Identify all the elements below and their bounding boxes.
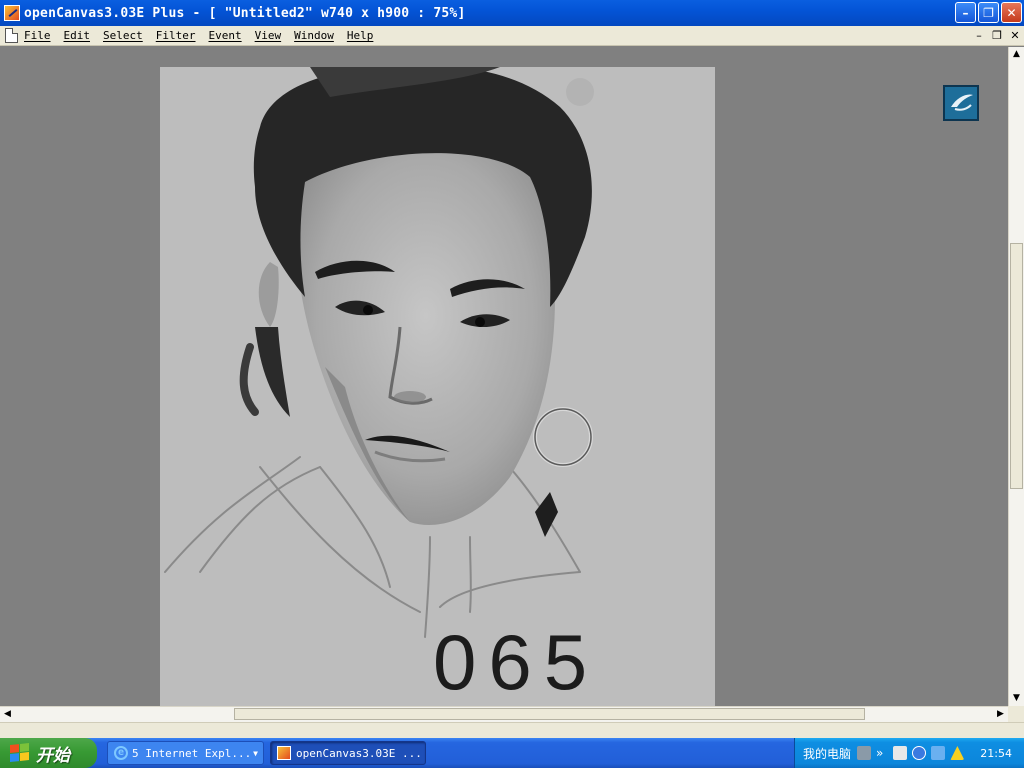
menu-bar: File Edit Select Filter Event View Windo… [0, 26, 1024, 46]
warning-icon[interactable] [950, 746, 965, 760]
horizontal-scroll-thumb[interactable] [234, 708, 865, 720]
my-computer-toolbar[interactable]: 我的电脑 [803, 745, 851, 762]
taskbar-item-label: 5 Internet Expl... [132, 746, 252, 760]
face-shape [296, 144, 555, 525]
system-tray: 我的电脑 » 21:54 [794, 738, 1024, 768]
document-restore-button[interactable]: ❐ [990, 29, 1004, 43]
menu-select[interactable]: Select [103, 29, 143, 42]
expand-chevron-icon[interactable]: » [876, 746, 883, 760]
menu-event[interactable]: Event [209, 29, 242, 42]
start-label: 开始 [36, 745, 70, 766]
status-bar [0, 722, 1024, 738]
ie-icon: e [114, 746, 128, 760]
portrait-sketch: 065 [164, 67, 599, 706]
close-button[interactable]: ✕ [1001, 2, 1022, 23]
menu-file[interactable]: File [24, 29, 51, 42]
shoulder-lines [164, 456, 581, 638]
window-title: openCanvas3.03E Plus - [ "Untitled2" w74… [24, 5, 466, 21]
horizontal-scrollbar[interactable]: ◀ ▶ [0, 706, 1008, 722]
taskbar-item-opencanvas[interactable]: openCanvas3.03E ... [270, 741, 426, 765]
opencanvas-app-icon[interactable] [4, 5, 20, 21]
menu-filter[interactable]: Filter [156, 29, 196, 42]
drawing-canvas[interactable]: 065 [160, 67, 715, 706]
maximize-button[interactable]: ❐ [978, 2, 999, 23]
scroll-left-arrow-icon[interactable]: ◀ [0, 707, 15, 722]
document-icon[interactable] [5, 28, 18, 43]
windows-logo-icon [10, 743, 30, 763]
scroll-down-arrow-icon[interactable]: ▼ [1009, 691, 1024, 706]
title-bar: openCanvas3.03E Plus - [ "Untitled2" w74… [0, 0, 1024, 26]
chevron-down-icon: ▼ [253, 748, 258, 758]
network-icon[interactable] [931, 746, 946, 760]
menu-edit[interactable]: Edit [64, 29, 91, 42]
taskbar-item-internet-explorer[interactable]: e 5 Internet Expl... ▼ [107, 741, 264, 765]
joystick-icon[interactable] [857, 746, 872, 760]
window-controls: – ❐ ✕ [955, 2, 1022, 23]
document-close-button[interactable]: ✕ [1008, 29, 1022, 43]
menu-help[interactable]: Help [347, 29, 374, 42]
taskbar: 开始 e 5 Internet Expl... ▼ openCanvas3.03… [0, 738, 1024, 768]
minimize-button[interactable]: – [955, 2, 976, 23]
document-minimize-button[interactable]: – [972, 29, 986, 43]
keyboard-icon[interactable] [893, 746, 908, 760]
vertical-scrollbar[interactable]: ▲ ▼ [1008, 47, 1024, 706]
menu-window[interactable]: Window [294, 29, 334, 42]
start-button[interactable]: 开始 [0, 738, 97, 768]
taskbar-item-label: openCanvas3.03E ... [296, 746, 422, 760]
opencanvas-icon [277, 746, 291, 760]
scroll-corner [1008, 706, 1024, 722]
document-window-controls: – ❐ ✕ [972, 29, 1022, 43]
scroll-up-arrow-icon[interactable]: ▲ [1009, 47, 1024, 62]
vertical-scroll-thumb[interactable] [1010, 243, 1023, 489]
clock[interactable]: 21:54 [980, 747, 1012, 760]
sketch-number: 065 [433, 618, 599, 706]
back-arrow-icon[interactable] [912, 746, 927, 760]
menu-view[interactable]: View [255, 29, 282, 42]
navigator-float-icon[interactable] [943, 85, 979, 121]
workspace: 065 [0, 47, 1008, 706]
scroll-right-arrow-icon[interactable]: ▶ [993, 707, 1008, 722]
